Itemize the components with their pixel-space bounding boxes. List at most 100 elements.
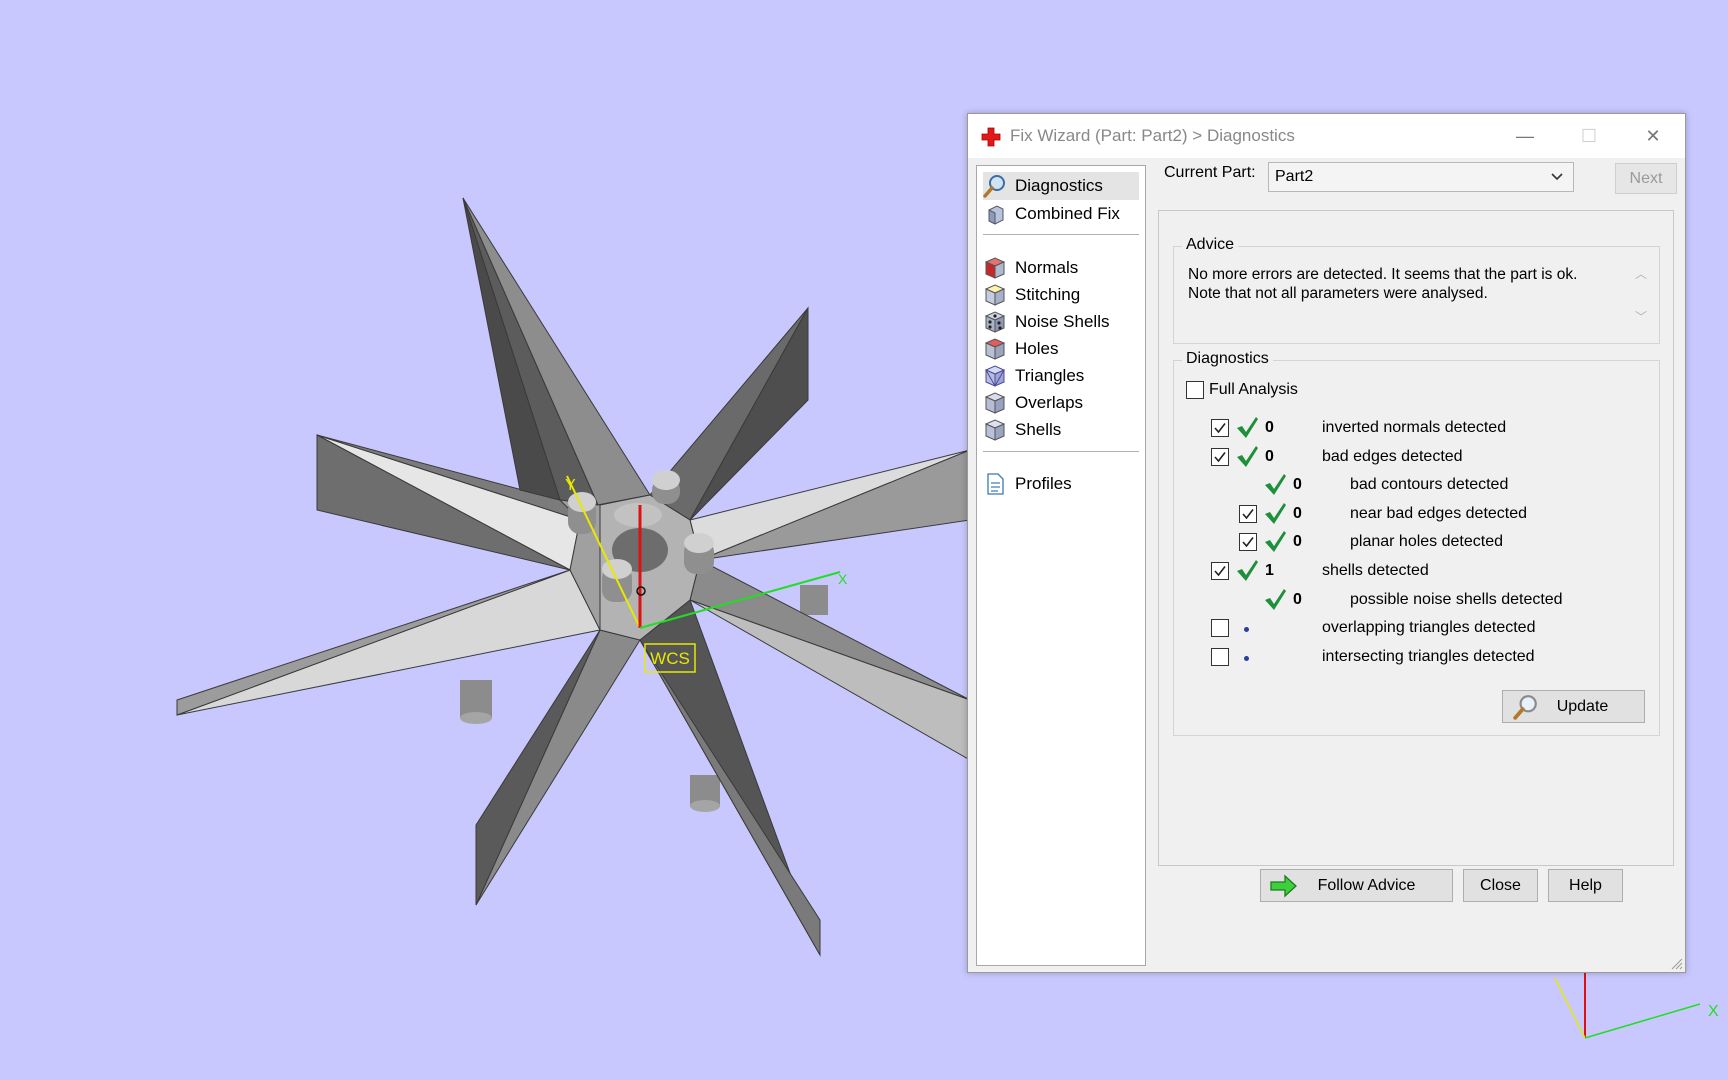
nav-label: Combined Fix bbox=[1015, 204, 1120, 223]
diagnostic-checkbox[interactable] bbox=[1211, 419, 1229, 437]
holes-cube-icon bbox=[984, 338, 1006, 360]
wcs-label: WCS bbox=[650, 649, 690, 668]
nav-label: Overlaps bbox=[1015, 393, 1084, 412]
nav-label: Diagnostics bbox=[1015, 176, 1103, 195]
nav-item-combined-fix[interactable]: Combined Fix bbox=[983, 200, 1139, 228]
x-axis-label: X bbox=[838, 571, 848, 587]
diagnostic-count: 0 bbox=[1265, 419, 1274, 436]
advice-group: Advice No more errors are detected. It s… bbox=[1173, 236, 1660, 344]
document-icon bbox=[987, 473, 1004, 495]
nav-item-overlaps[interactable]: Overlaps bbox=[983, 389, 1139, 417]
current-part-value: Part2 bbox=[1275, 168, 1314, 185]
diagnostic-count: 0 bbox=[1293, 533, 1302, 551]
nav-label: Noise Shells bbox=[1015, 312, 1110, 331]
nav-item-diagnostics[interactable]: Diagnostics bbox=[983, 172, 1139, 200]
star-arms bbox=[176, 197, 971, 957]
diagnostic-count: 1 bbox=[1265, 562, 1274, 579]
green-arrow-icon bbox=[1270, 874, 1297, 898]
nav-label: Shells bbox=[1015, 420, 1062, 439]
diagnostic-label: bad contours detected bbox=[1350, 476, 1509, 494]
follow-advice-label: Follow Advice bbox=[1317, 876, 1416, 894]
next-button[interactable]: Next bbox=[1615, 163, 1677, 194]
diagnostic-label: possible noise shells detected bbox=[1350, 590, 1563, 608]
diagnostic-label: shells detected bbox=[1322, 562, 1429, 579]
nav-item-normals[interactable]: Normals bbox=[983, 254, 1139, 282]
diagnostic-label: near bad edges detected bbox=[1350, 504, 1528, 522]
magnifier-icon bbox=[983, 175, 1005, 198]
scroll-down-icon[interactable]: ﹀ bbox=[1635, 308, 1647, 325]
window-title: Fix Wizard (Part: Part2) > Diagnostics bbox=[1010, 126, 1295, 145]
advice-line-2: Note that not all parameters were analys… bbox=[1188, 285, 1488, 302]
nav-divider bbox=[983, 234, 1139, 235]
normals-cube-icon bbox=[984, 257, 1006, 279]
title-bar[interactable]: Fix Wizard (Part: Part2) > Diagnostics —… bbox=[968, 114, 1685, 158]
diagnostic-label: overlapping triangles detected bbox=[1322, 619, 1536, 637]
nav-label: Stitching bbox=[1015, 285, 1081, 304]
stitching-cube-icon bbox=[984, 284, 1006, 306]
advice-title: Advice bbox=[1182, 236, 1239, 254]
diagnostic-checkbox[interactable] bbox=[1239, 533, 1257, 552]
diagnostic-count: 0 bbox=[1265, 447, 1274, 465]
checkmark-icon bbox=[1242, 537, 1254, 548]
pending-dot-icon bbox=[1244, 627, 1249, 633]
checkmark-icon bbox=[1214, 566, 1226, 577]
green-check-icon bbox=[1263, 588, 1287, 610]
diagnostic-checkbox[interactable] bbox=[1211, 562, 1229, 580]
maximize-button[interactable]: ☐ bbox=[1557, 114, 1621, 158]
chevron-down-icon bbox=[1551, 173, 1563, 181]
nav-label: Profiles bbox=[1015, 474, 1072, 493]
wizard-nav-list: Diagnostics Combined Fix Normals Stitchi… bbox=[976, 165, 1146, 966]
red-cross-icon bbox=[981, 127, 1001, 147]
green-check-icon bbox=[1235, 559, 1259, 581]
close-window-button[interactable]: ✕ bbox=[1621, 114, 1685, 158]
diagnostic-label: bad edges detected bbox=[1322, 447, 1463, 465]
nav-divider bbox=[983, 451, 1139, 452]
help-button[interactable]: Help bbox=[1548, 869, 1623, 902]
green-check-icon bbox=[1235, 416, 1259, 438]
nav-item-triangles[interactable]: Triangles bbox=[983, 362, 1139, 390]
diagnostic-checkbox[interactable] bbox=[1239, 504, 1257, 523]
minimize-button[interactable]: — bbox=[1493, 114, 1557, 158]
overlaps-cube-icon bbox=[984, 392, 1006, 414]
diagnostic-label: intersecting triangles detected bbox=[1322, 647, 1535, 665]
nav-item-shells[interactable]: Shells bbox=[983, 416, 1139, 444]
corner-axis-triad: X bbox=[1554, 972, 1719, 1039]
advice-line-1: No more errors are detected. It seems th… bbox=[1188, 266, 1578, 283]
update-button[interactable]: Update bbox=[1502, 690, 1645, 723]
close-button[interactable]: Close bbox=[1463, 869, 1538, 902]
nav-item-stitching[interactable]: Stitching bbox=[983, 281, 1139, 309]
nav-item-noise-shells[interactable]: Noise Shells bbox=[983, 308, 1139, 336]
advice-text: No more errors are detected. It seems th… bbox=[1188, 265, 1618, 303]
checkmark-icon bbox=[1214, 423, 1226, 434]
nav-item-holes[interactable]: Holes bbox=[983, 335, 1139, 363]
diagnostic-count: 0 bbox=[1293, 476, 1302, 494]
triangles-cube-icon bbox=[984, 365, 1006, 387]
y-axis-label: Y bbox=[565, 477, 576, 494]
checkmark-icon bbox=[1242, 508, 1254, 520]
pending-dot-icon bbox=[1244, 655, 1249, 661]
green-check-icon bbox=[1263, 530, 1287, 553]
nav-label: Holes bbox=[1015, 339, 1059, 358]
current-part-label: Current Part: bbox=[1164, 164, 1256, 181]
diagnostics-title: Diagnostics bbox=[1182, 350, 1273, 368]
corner-x-label: X bbox=[1708, 1003, 1719, 1020]
green-check-icon bbox=[1263, 473, 1287, 496]
full-analysis-checkbox[interactable] bbox=[1186, 381, 1204, 399]
current-part-select[interactable]: Part2 bbox=[1268, 162, 1574, 192]
diagnostic-checkbox[interactable] bbox=[1211, 447, 1229, 466]
green-check-icon bbox=[1235, 445, 1259, 467]
resize-grip-icon[interactable] bbox=[1669, 956, 1683, 970]
full-analysis-label: Full Analysis bbox=[1209, 381, 1298, 398]
scroll-up-icon[interactable]: ︿ bbox=[1635, 265, 1647, 282]
nav-label: Triangles bbox=[1015, 366, 1085, 385]
diagnostic-label: inverted normals detected bbox=[1322, 419, 1507, 436]
shells-cube-icon bbox=[984, 419, 1006, 441]
diagnostic-checkbox[interactable] bbox=[1211, 647, 1229, 666]
nav-item-profiles[interactable]: Profiles bbox=[983, 470, 1139, 498]
follow-advice-button[interactable]: Follow Advice bbox=[1260, 869, 1453, 902]
nav-label: Normals bbox=[1015, 258, 1079, 277]
magnifier-icon bbox=[1513, 695, 1537, 720]
noise-shells-icon bbox=[984, 311, 1006, 333]
advice-scrollbar[interactable]: ︿ ﹀ bbox=[1631, 265, 1651, 325]
diagnostic-checkbox[interactable] bbox=[1211, 619, 1229, 638]
